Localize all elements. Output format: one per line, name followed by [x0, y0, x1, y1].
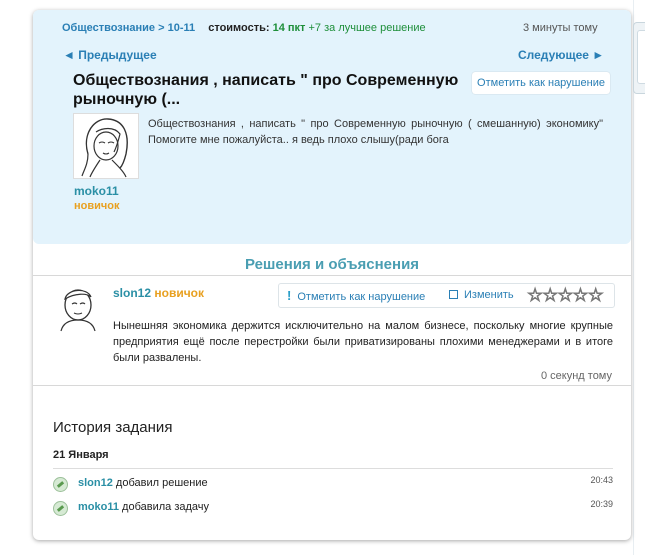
- answer-text: Нынешняя экономика держится исключительн…: [113, 320, 613, 364]
- question-title: Обществознания , написать " про Современ…: [73, 72, 459, 108]
- history-action: добавила задачу: [122, 501, 209, 513]
- rating-stars: ☆☆☆☆☆: [526, 285, 604, 306]
- divider: [53, 468, 613, 469]
- question-time: 3 минуты тому: [523, 22, 598, 34]
- answer-author-rank: новичок: [154, 286, 204, 300]
- history-entry: moko11 добавила задачу: [78, 501, 209, 513]
- report-answer-button[interactable]: ! Отметить как нарушение: [287, 288, 425, 303]
- answer-time: 0 секунд тому: [541, 370, 612, 382]
- pencil-icon: [53, 501, 68, 516]
- report-answer-label: Отметить как нарушение: [297, 291, 426, 303]
- answer-actions-bar: ! Отметить как нарушение Изменить ☆☆☆☆☆: [278, 283, 615, 308]
- breadcrumb-subject[interactable]: Обществознание: [62, 22, 155, 34]
- answer-author: slon12 новичок: [113, 286, 204, 300]
- history-user[interactable]: slon12: [78, 477, 113, 489]
- question-author-name[interactable]: moko11: [74, 184, 119, 198]
- star-icon-3[interactable]: ☆: [557, 285, 574, 306]
- cost-label: стоимость:: [208, 22, 270, 34]
- breadcrumb-separator: >: [155, 22, 168, 34]
- exclamation-icon: !: [287, 288, 292, 303]
- girl-avatar-icon: [81, 118, 128, 178]
- history-entry: slon12 добавил решение: [78, 477, 208, 489]
- star-icon-5[interactable]: ☆: [587, 285, 604, 306]
- pencil-icon: [53, 477, 68, 492]
- history-row: moko11 добавила задачу 20:39: [53, 499, 613, 517]
- history-action: добавил решение: [115, 477, 208, 489]
- answers-heading: Решения и объяснения: [244, 256, 420, 273]
- edit-checkbox-icon: [449, 290, 458, 299]
- breadcrumb: Обществознание > 10-11 стоимость: 14 пкт…: [62, 22, 426, 34]
- divider: [33, 275, 631, 276]
- divider: [33, 385, 631, 386]
- report-question-button[interactable]: Отметить как нарушение: [472, 72, 610, 94]
- star-icon-2[interactable]: ☆: [542, 285, 559, 306]
- star-icon-4[interactable]: ☆: [572, 285, 589, 306]
- side-widget-inner[interactable]: [637, 30, 645, 84]
- points-value: 14 пкт: [272, 22, 306, 34]
- boy-avatar-icon: [60, 289, 96, 332]
- breadcrumb-grade[interactable]: 10-11: [168, 22, 196, 34]
- history-date: 21 Января: [53, 449, 109, 461]
- edit-answer-button[interactable]: Изменить: [449, 289, 514, 301]
- star-icon-1[interactable]: ☆: [526, 285, 543, 306]
- answer-author-avatar[interactable]: [53, 283, 103, 333]
- answer-author-name[interactable]: slon12: [113, 286, 151, 300]
- question-text: Обществознания , написать " про Современ…: [148, 118, 603, 146]
- history-user[interactable]: moko11: [78, 501, 119, 513]
- question-author-avatar[interactable]: [73, 113, 139, 179]
- history-title: История задания: [53, 419, 173, 436]
- previous-link[interactable]: ◄ Предыдущее: [63, 48, 157, 62]
- edit-answer-label: Изменить: [464, 289, 514, 301]
- history-row: slon12 добавил решение 20:43: [53, 475, 613, 493]
- history-time: 20:43: [590, 475, 613, 485]
- next-link[interactable]: Следующее ►: [518, 48, 604, 62]
- bonus-text: +7 за лучшее решение: [308, 22, 426, 34]
- history-time: 20:39: [590, 499, 613, 509]
- question-author-rank: новичок: [74, 200, 120, 212]
